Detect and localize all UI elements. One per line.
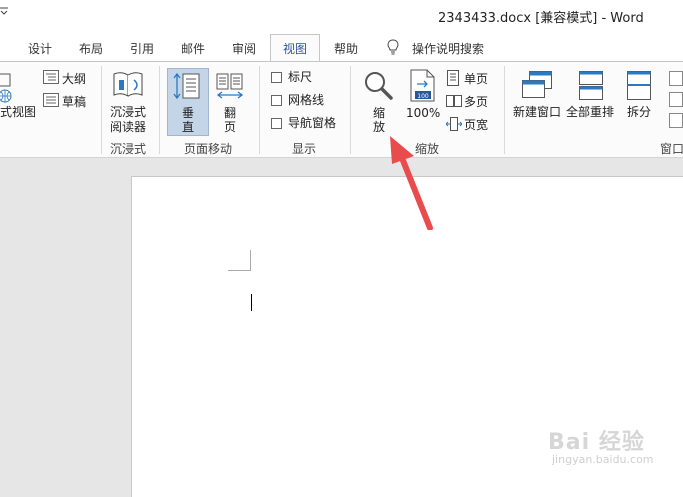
vertical-label-1: 垂 bbox=[182, 106, 195, 120]
quick-access-overflow-icon[interactable] bbox=[0, 6, 8, 19]
window-title: 2343433.docx [兼容模式] - Word bbox=[438, 11, 644, 26]
new-window-button[interactable]: 新建窗口 bbox=[513, 105, 561, 119]
tab-help[interactable]: 帮助 bbox=[334, 40, 358, 57]
flip-label-1[interactable]: 翻 bbox=[224, 106, 236, 120]
ruler-checkbox[interactable] bbox=[271, 72, 282, 83]
nav-pane-checkbox[interactable] bbox=[271, 118, 282, 129]
vertical-label-2: 直 bbox=[182, 120, 195, 134]
immersive-reader-label-2[interactable]: 阅读器 bbox=[110, 120, 146, 134]
immersive-reader-icon bbox=[112, 70, 146, 103]
tab-review[interactable]: 审阅 bbox=[232, 40, 256, 57]
multiple-pages-icon bbox=[446, 94, 462, 111]
margin-corner-mark bbox=[228, 270, 250, 271]
group-label-show: 显示 bbox=[292, 142, 317, 156]
vertical-scroll-icon bbox=[173, 72, 203, 105]
outline-icon bbox=[43, 70, 59, 87]
gridlines-checkbox[interactable] bbox=[271, 95, 282, 106]
zoom-label-1[interactable]: 缩 bbox=[373, 106, 385, 120]
group-separator bbox=[159, 66, 160, 154]
split-icon bbox=[626, 70, 652, 105]
ruler-label: 标尺 bbox=[288, 70, 313, 84]
one-page-button[interactable]: 单页 bbox=[464, 72, 488, 86]
nav-pane-label: 导航窗格 bbox=[288, 116, 337, 130]
tab-references[interactable]: 引用 bbox=[130, 40, 154, 57]
group-separator bbox=[259, 66, 260, 154]
new-window-icon bbox=[521, 70, 553, 103]
draft-button[interactable]: 草稿 bbox=[62, 95, 86, 109]
margin-corner-mark bbox=[250, 250, 251, 271]
split-button[interactable]: 拆分 bbox=[627, 105, 651, 119]
svg-text:100: 100 bbox=[417, 93, 429, 100]
group-separator bbox=[350, 66, 351, 154]
multiple-pages-button[interactable]: 多页 bbox=[464, 95, 488, 109]
watermark-url: jingyan.baidu.com bbox=[552, 453, 654, 466]
immersive-reader-label-1[interactable]: 沉浸式 bbox=[110, 105, 146, 119]
flip-label-2[interactable]: 页 bbox=[224, 120, 236, 134]
group-separator bbox=[101, 66, 102, 154]
arrange-all-button[interactable]: 全部重排 bbox=[566, 105, 614, 119]
one-page-icon bbox=[446, 70, 460, 89]
draft-icon bbox=[43, 93, 59, 110]
text-caret bbox=[251, 294, 252, 311]
web-layout-button[interactable]: 式视图 bbox=[0, 105, 36, 119]
group-label-window: 窗口 bbox=[660, 142, 683, 156]
tab-view[interactable]: 视图 bbox=[283, 40, 307, 57]
side-by-side-icon bbox=[668, 70, 683, 133]
tell-me-search[interactable]: 操作说明搜索 bbox=[412, 40, 484, 57]
side-to-side-icon bbox=[215, 72, 245, 105]
arrange-all-icon bbox=[578, 70, 604, 105]
gridlines-label: 网格线 bbox=[288, 93, 325, 107]
watermark-logo: Bai 经验 bbox=[548, 430, 645, 455]
hundred-percent-icon: 100 bbox=[409, 69, 437, 106]
group-label-immersive: 沉浸式 bbox=[110, 142, 147, 156]
lightbulb-icon bbox=[387, 39, 399, 58]
magnifier-icon bbox=[363, 70, 395, 105]
group-separator bbox=[504, 66, 505, 154]
group-label-page-movement: 页面移动 bbox=[184, 142, 233, 156]
hundred-percent-button[interactable]: 100% bbox=[406, 106, 440, 120]
tab-layout[interactable]: 布局 bbox=[79, 40, 103, 57]
web-layout-icon bbox=[0, 72, 14, 107]
outline-button[interactable]: 大纲 bbox=[62, 72, 86, 86]
annotation-arrow-icon bbox=[390, 136, 433, 230]
tab-design[interactable]: 设计 bbox=[28, 40, 52, 57]
page-width-icon bbox=[445, 117, 463, 134]
tab-mailings[interactable]: 邮件 bbox=[181, 40, 205, 57]
page-width-button[interactable]: 页宽 bbox=[464, 118, 488, 132]
